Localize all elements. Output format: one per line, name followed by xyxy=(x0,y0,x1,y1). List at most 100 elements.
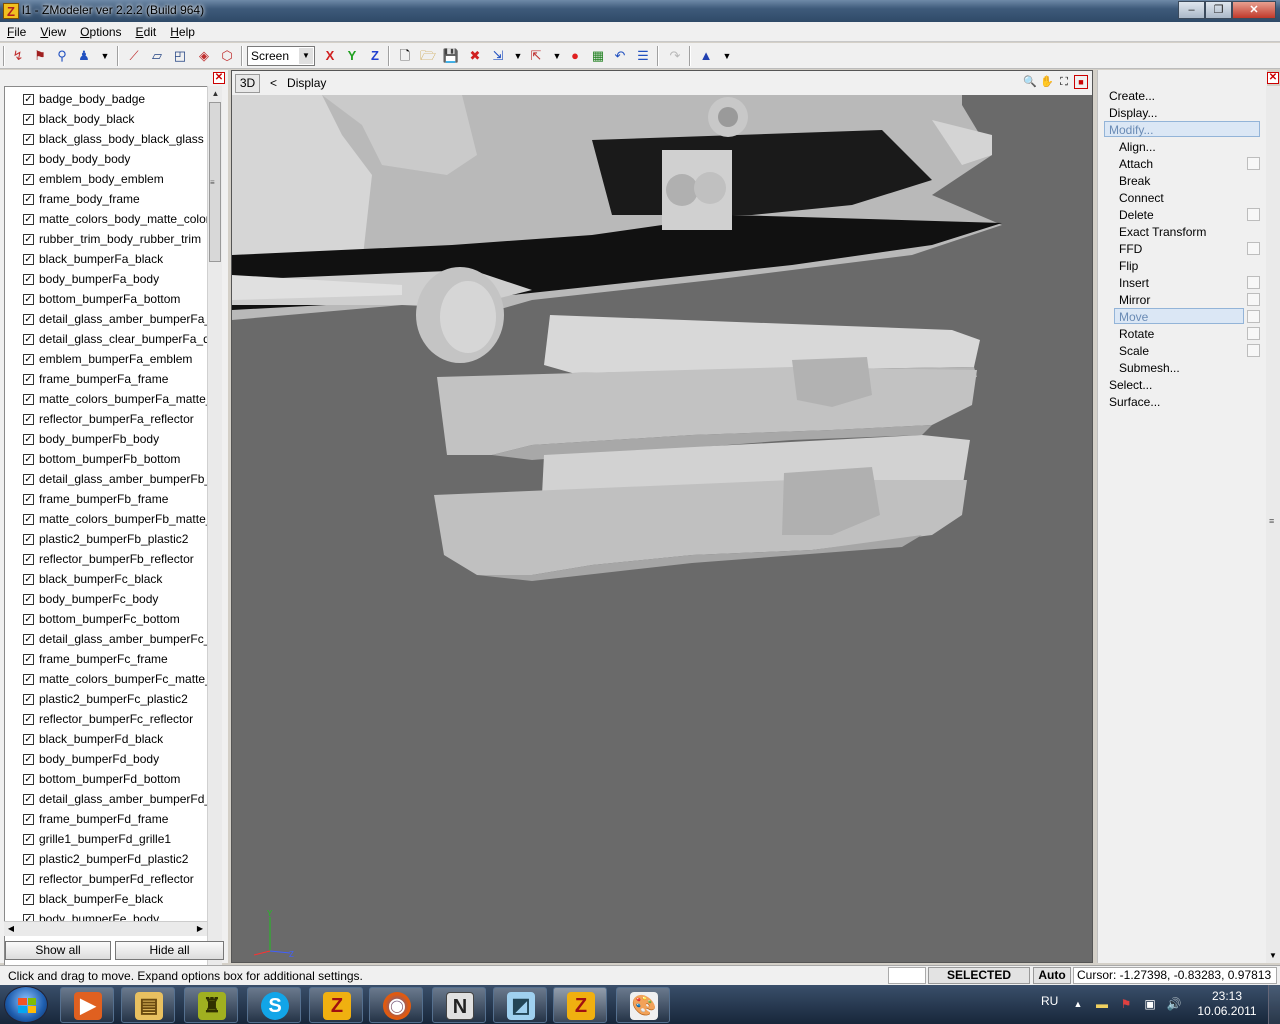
list-item[interactable]: ✓ plastic2_bumperFd_plastic2 xyxy=(5,849,208,869)
visibility-checkbox[interactable]: ✓ xyxy=(23,133,34,145)
menu-edit[interactable]: Edit xyxy=(129,22,164,39)
cmd-delete[interactable]: Delete xyxy=(1119,207,1154,223)
list-item[interactable]: ✓ emblem_body_emblem xyxy=(5,169,208,189)
list-item[interactable]: ✓ badge_body_badge xyxy=(5,89,208,109)
cmd-break[interactable]: Break xyxy=(1119,173,1150,189)
visibility-checkbox[interactable]: ✓ xyxy=(23,613,34,625)
walk-tool-icon[interactable]: ⚲ xyxy=(53,47,71,65)
axis-z-toggle[interactable]: Z xyxy=(366,47,384,65)
list-item[interactable]: ✓ reflector_bumperFa_reflector xyxy=(5,409,208,429)
list-item[interactable]: ✓ matte_colors_bumperFc_matte_ xyxy=(5,669,208,689)
taskbar-zmodeler[interactable]: Z xyxy=(309,987,363,1023)
restore-button[interactable]: ❐ xyxy=(1205,1,1232,19)
auto-indicator[interactable]: Auto xyxy=(1033,967,1071,984)
visibility-checkbox[interactable]: ✓ xyxy=(23,153,34,165)
list-item[interactable]: ✓ detail_glass_clear_bumperFa_de xyxy=(5,329,208,349)
list-item[interactable]: ✓ matte_colors_body_matte_color xyxy=(5,209,208,229)
selection-mode-indicator[interactable]: SELECTED MODE xyxy=(928,967,1030,997)
visibility-checkbox[interactable]: ✓ xyxy=(23,113,34,125)
scroll-up-icon[interactable]: ▲ xyxy=(208,86,223,101)
menu-help[interactable]: Help xyxy=(163,22,202,39)
dropdown-arrow-icon[interactable]: ▼ xyxy=(548,47,566,65)
taskbar-file-explorer[interactable]: ▤ xyxy=(121,987,175,1023)
menu-options[interactable]: Options xyxy=(73,22,128,39)
dropdown-arrow-icon[interactable]: ▼ xyxy=(96,47,114,65)
visibility-checkbox[interactable]: ✓ xyxy=(23,333,34,345)
face-mode-icon[interactable]: ◰ xyxy=(171,47,189,65)
properties-icon[interactable]: ☰ xyxy=(634,47,652,65)
cmd-flip[interactable]: Flip xyxy=(1119,258,1138,274)
visibility-checkbox[interactable]: ✓ xyxy=(23,353,34,365)
visibility-checkbox[interactable]: ✓ xyxy=(23,633,34,645)
edge-mode-icon[interactable]: ▱ xyxy=(148,47,166,65)
visibility-checkbox[interactable]: ✓ xyxy=(23,293,34,305)
view-select[interactable]: Screen ▼ xyxy=(247,46,315,66)
undo-icon[interactable]: ↶ xyxy=(611,47,629,65)
network-icon[interactable]: ▣ xyxy=(1142,996,1158,1012)
taskbar-game-app[interactable]: ♜ xyxy=(184,987,238,1023)
options-box[interactable] xyxy=(1247,208,1260,221)
list-item[interactable]: ✓ matte_colors_bumperFb_matte_ xyxy=(5,509,208,529)
record-icon[interactable]: ● xyxy=(566,47,584,65)
user-tool-icon[interactable]: ♟ xyxy=(75,47,93,65)
visibility-checkbox[interactable]: ✓ xyxy=(23,373,34,385)
taskbar-zmodeler-active[interactable]: Z xyxy=(553,987,607,1023)
cmd-select[interactable]: Select... xyxy=(1109,377,1152,393)
close-icon[interactable]: ✕ xyxy=(213,72,225,84)
cmd-display[interactable]: Display... xyxy=(1109,105,1157,121)
cmd-surface[interactable]: Surface... xyxy=(1109,394,1160,410)
cmd-rotate[interactable]: Rotate xyxy=(1119,326,1154,342)
visibility-checkbox[interactable]: ✓ xyxy=(23,693,34,705)
model-render[interactable]: Y Z xyxy=(232,95,1092,962)
visibility-checkbox[interactable]: ✓ xyxy=(23,453,34,465)
visibility-checkbox[interactable]: ✓ xyxy=(23,493,34,505)
pan-hand-icon[interactable]: ✋ xyxy=(1040,75,1054,89)
list-item[interactable]: ✓ reflector_bumperFc_reflector xyxy=(5,709,208,729)
new-file-icon[interactable]: 🗋 xyxy=(396,47,414,65)
action-center-icon[interactable]: ⚑ xyxy=(1118,996,1134,1012)
axis-x-toggle[interactable]: X xyxy=(321,47,339,65)
list-item[interactable]: ✓ bottom_bumperFa_bottom xyxy=(5,289,208,309)
options-box[interactable] xyxy=(1247,344,1260,357)
cmd-exact-transform[interactable]: Exact Transform xyxy=(1119,224,1206,240)
list-item[interactable]: ✓ body_bumperFc_body xyxy=(5,589,208,609)
folder-tray-icon[interactable]: ▬ xyxy=(1094,996,1110,1012)
cmd-modify[interactable]: Modify... xyxy=(1104,121,1260,137)
close-icon[interactable]: ✕ xyxy=(1267,72,1279,84)
object-list-hscrollbar[interactable]: ◀ ▶ xyxy=(4,921,207,936)
cmd-create[interactable]: Create... xyxy=(1109,88,1155,104)
options-box[interactable] xyxy=(1247,276,1260,289)
visibility-checkbox[interactable]: ✓ xyxy=(23,433,34,445)
clock[interactable]: 23:13 10.06.2011 xyxy=(1192,989,1262,1019)
show-all-button[interactable]: Show all xyxy=(5,941,111,960)
dropdown-arrow-icon[interactable]: ▼ xyxy=(718,47,736,65)
list-item[interactable]: ✓ frame_bumperFa_frame xyxy=(5,369,208,389)
cmd-align[interactable]: Align... xyxy=(1119,139,1156,155)
cmd-insert[interactable]: Insert xyxy=(1119,275,1149,291)
visibility-checkbox[interactable]: ✓ xyxy=(23,673,34,685)
close-viewport-icon[interactable]: ■ xyxy=(1074,75,1088,89)
visibility-checkbox[interactable]: ✓ xyxy=(23,233,34,245)
taskbar-firefox[interactable]: ◉ xyxy=(369,987,423,1023)
list-item[interactable]: ✓ detail_glass_amber_bumperFd_c xyxy=(5,789,208,809)
language-indicator[interactable]: RU xyxy=(1041,994,1058,1008)
viewport-3d[interactable]: 3D < Display 🔍 ✋ ⛶ ■ Y Z xyxy=(231,70,1093,963)
visibility-checkbox[interactable]: ✓ xyxy=(23,593,34,605)
visibility-checkbox[interactable]: ✓ xyxy=(23,273,34,285)
open-folder-icon[interactable]: 🗁 xyxy=(419,47,437,65)
list-item[interactable]: ✓ black_glass_body_black_glass xyxy=(5,129,208,149)
volume-icon[interactable]: 🔊 xyxy=(1166,996,1182,1012)
cmd-submesh[interactable]: Submesh... xyxy=(1119,360,1180,376)
menu-file[interactable]: File xyxy=(0,22,33,39)
cmd-ffd[interactable]: FFD xyxy=(1119,241,1142,257)
list-item[interactable]: ✓ black_bumperFd_black xyxy=(5,729,208,749)
pick-tool-icon[interactable]: ⚑ xyxy=(31,47,49,65)
visibility-checkbox[interactable]: ✓ xyxy=(23,793,34,805)
object-list[interactable]: ✓ badge_body_badge ✓ black_body_black ✓ black… xyxy=(4,86,209,992)
visibility-checkbox[interactable]: ✓ xyxy=(23,393,34,405)
cmd-mirror[interactable]: Mirror xyxy=(1119,292,1150,308)
minimize-button[interactable]: ‒ xyxy=(1178,1,1205,19)
back-icon[interactable]: < xyxy=(270,76,277,90)
options-box[interactable] xyxy=(1247,242,1260,255)
visibility-checkbox[interactable]: ✓ xyxy=(23,873,34,885)
